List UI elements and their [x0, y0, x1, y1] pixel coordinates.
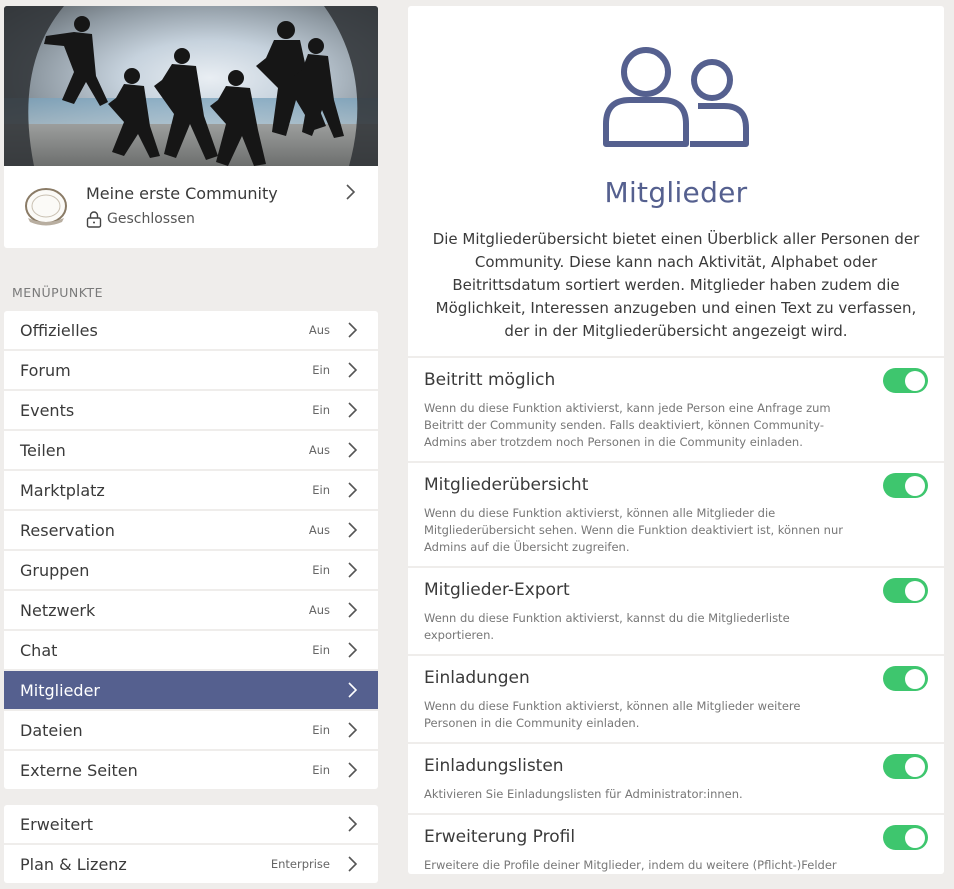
setting-einladungen: Einladungen Wenn du diese Funktion aktiv…: [408, 654, 944, 742]
toggle-switch[interactable]: [883, 578, 928, 603]
menu-item-label: Offizielles: [20, 320, 98, 340]
toggle-switch[interactable]: [883, 368, 928, 393]
setting-description: Erweitere die Profile deiner Mitglieder,…: [424, 858, 837, 872]
menu-item-state: Ein: [312, 763, 330, 777]
menu-item-state: Ein: [312, 643, 330, 657]
setting-einladungslisten: Einladungslisten Aktivieren Sie Einladun…: [408, 742, 944, 813]
chevron-right-icon: [348, 816, 358, 832]
menu-item-erweitert[interactable]: Erweitert: [4, 805, 378, 843]
community-card[interactable]: Meine erste Community Geschlossen: [4, 6, 378, 248]
toggle-switch[interactable]: [883, 666, 928, 691]
setting-erweiterung-profil: Erweiterung Profil Erweitere die Profile…: [408, 813, 944, 874]
chevron-right-icon: [348, 682, 358, 698]
menu-item-state: Ein: [312, 483, 330, 497]
setting-title: Mitglieder-Export: [424, 580, 570, 600]
chevron-right-icon: [348, 642, 358, 658]
menu-item-label: Forum: [20, 360, 71, 380]
toggle-switch[interactable]: [883, 473, 928, 498]
menu-item-dateien[interactable]: Dateien Ein: [4, 709, 378, 749]
setting-description: Wenn du diese Funktion aktivierst, könne…: [424, 506, 843, 554]
page-title: Mitglieder: [604, 176, 748, 209]
setting-title: Beitritt möglich: [424, 370, 556, 390]
settings-list: Beitritt möglich Wenn du diese Funktion …: [408, 356, 944, 874]
menu-item-marktplatz[interactable]: Marktplatz Ein: [4, 469, 378, 509]
chevron-right-icon: [348, 602, 358, 618]
menu-item-label: Chat: [20, 640, 58, 660]
menu-item-events[interactable]: Events Ein: [4, 389, 378, 429]
setting-description: Wenn du diese Funktion aktivierst, kann …: [424, 401, 831, 449]
menu-item-state: Aus: [308, 523, 330, 537]
setting-title: Erweiterung Profil: [424, 827, 576, 847]
chevron-right-icon: [348, 722, 358, 738]
menu-item-label: Erweitert: [20, 814, 94, 834]
menu-item-plan-lizenz[interactable]: Plan & Lizenz Enterprise: [4, 843, 378, 883]
setting-description: Aktivieren Sie Einladungslisten für Admi…: [424, 787, 743, 801]
menu-item-label: Externe Seiten: [20, 760, 138, 780]
menu-item-mitglieder[interactable]: Mitglieder: [4, 669, 378, 709]
toggle-switch[interactable]: [883, 825, 928, 850]
setting-title: Mitgliederübersicht: [424, 475, 589, 495]
chevron-right-icon: [348, 482, 358, 498]
menu-item-state: Ein: [312, 403, 330, 417]
setting-title: Einladungen: [424, 668, 530, 688]
menu-item-chat[interactable]: Chat Ein: [4, 629, 378, 669]
setting-title: Einladungslisten: [424, 756, 564, 776]
chevron-right-icon: [348, 856, 358, 872]
menu-item-label: Marktplatz: [20, 480, 105, 500]
community-logo: [25, 188, 67, 226]
menu-item-state: Aus: [308, 603, 330, 617]
menu-item-state: Aus: [308, 323, 330, 337]
users-icon: [603, 47, 749, 147]
community-status-text: Geschlossen: [107, 211, 195, 227]
menu-item-state: Ein: [312, 363, 330, 377]
chevron-right-icon[interactable]: [344, 183, 356, 201]
menu-item-state: Ein: [312, 723, 330, 737]
menu-item-offizielles[interactable]: Offizielles Aus: [4, 311, 378, 349]
menu-item-label: Plan & Lizenz: [20, 854, 127, 874]
left-column: Meine erste Community Geschlossen MENÜPU…: [4, 6, 378, 883]
toggle-switch[interactable]: [883, 754, 928, 779]
jumping-people-silhouettes: [4, 6, 378, 166]
community-name[interactable]: Meine erste Community: [86, 184, 278, 203]
community-status: Geschlossen: [86, 210, 195, 228]
setting-description: Wenn du diese Funktion aktivierst, könne…: [424, 699, 801, 730]
menu-item-state: Enterprise: [270, 857, 330, 871]
chevron-right-icon: [348, 562, 358, 578]
chevron-right-icon: [348, 362, 358, 378]
menu-item-reservation[interactable]: Reservation Aus: [4, 509, 378, 549]
menu-item-label: Gruppen: [20, 560, 90, 580]
menu-section-label: MENÜPUNKTE: [12, 285, 103, 300]
setting-beitritt-moeglich: Beitritt möglich Wenn du diese Funktion …: [408, 356, 944, 461]
setting-mitgliederuebersicht: Mitgliederübersicht Wenn du diese Funkti…: [408, 461, 944, 566]
chevron-right-icon: [348, 442, 358, 458]
setting-mitglieder-export: Mitglieder-Export Wenn du diese Funktion…: [408, 566, 944, 654]
menu-item-externe-seiten[interactable]: Externe Seiten Ein: [4, 749, 378, 789]
community-cover-image: [4, 6, 378, 166]
setting-description: Wenn du diese Funktion aktivierst, kanns…: [424, 611, 790, 642]
menu-list-extra: Erweitert Plan & Lizenz Enterprise: [4, 805, 378, 883]
menu-item-label: Events: [20, 400, 75, 420]
chevron-right-icon: [348, 322, 358, 338]
menu-item-label: Netzwerk: [20, 600, 96, 620]
chevron-right-icon: [348, 522, 358, 538]
menu-item-teilen[interactable]: Teilen Aus: [4, 429, 378, 469]
menu-item-forum[interactable]: Forum Ein: [4, 349, 378, 389]
chevron-right-icon: [348, 402, 358, 418]
menu-list: Offizielles Aus Forum Ein Events Ein Tei…: [4, 311, 378, 789]
menu-item-label: Dateien: [20, 720, 83, 740]
menu-item-gruppen[interactable]: Gruppen Ein: [4, 549, 378, 589]
menu-item-netzwerk[interactable]: Netzwerk Aus: [4, 589, 378, 629]
menu-item-state: Ein: [312, 563, 330, 577]
menu-item-state: Aus: [308, 443, 330, 457]
page-description: Die Mitgliederübersicht bietet einen Übe…: [432, 230, 920, 340]
lock-icon: [86, 211, 102, 228]
chevron-right-icon: [348, 762, 358, 778]
settings-panel: Mitglieder Die Mitgliederübersicht biete…: [408, 6, 944, 874]
menu-item-label: Teilen: [20, 440, 66, 460]
menu-item-label: Reservation: [20, 520, 115, 540]
menu-item-label: Mitglieder: [20, 680, 100, 700]
